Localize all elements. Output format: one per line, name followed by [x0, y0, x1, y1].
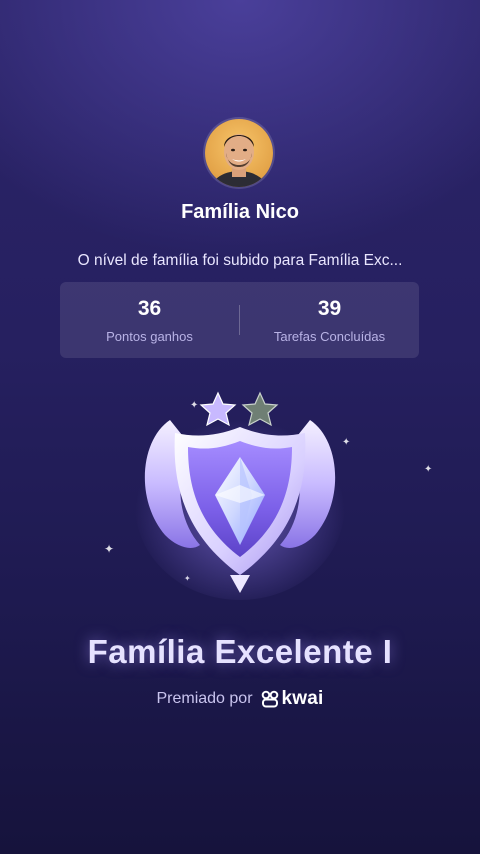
level-up-message: O nível de família foi subido para Famíl…	[77, 252, 403, 269]
tasks-label: Tarefas Concluídas	[273, 328, 386, 344]
sparkle-icon: ✦	[424, 464, 433, 475]
stat-tasks: 39 Tarefas Concluídas	[240, 297, 419, 344]
avatar[interactable]	[205, 119, 273, 187]
family-name: Família Nico	[181, 201, 299, 223]
shield-diamond-icon	[135, 391, 345, 600]
stats-card: 36 Pontos ganhos 39 Tarefas Concluídas	[60, 282, 419, 358]
level-title: Família Excelente I	[87, 633, 393, 670]
kwai-brand: kwai	[281, 688, 324, 709]
points-value: 36	[137, 296, 162, 320]
kwai-logo: kwai	[261, 688, 324, 710]
user-photo-icon	[210, 134, 268, 187]
kwai-logo-icon	[261, 690, 278, 708]
tasks-value: 39	[317, 296, 342, 320]
awarded-label: Premiado por	[156, 690, 253, 707]
sparkle-icon: ✦	[104, 542, 115, 556]
stat-points: 36 Pontos ganhos	[60, 297, 239, 344]
points-label: Pontos ganhos	[106, 328, 193, 344]
family-level-badge	[130, 385, 350, 605]
awarded-by: Premiado por kwai	[0, 688, 480, 710]
